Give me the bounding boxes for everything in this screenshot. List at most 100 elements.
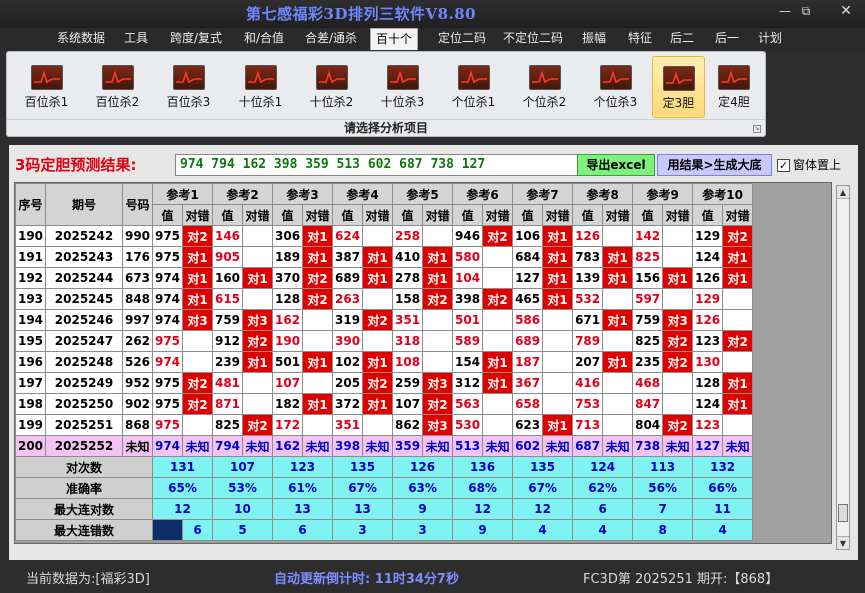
value-cell: 589 [452,330,484,352]
table-row[interactable]: 196 2025248 526 974 239 对1 501 对1 102 对1 108 154 对1 1… [15,351,754,373]
seq-cell: 195 [15,330,46,352]
value-cell: 623 [512,414,544,436]
window-ontop-checkbox[interactable]: ✓ 窗体置上 [777,156,841,173]
value-cell: 102 [332,351,364,373]
value-subheader: 值 [512,204,544,226]
value-cell: 142 [632,225,664,247]
pending-row[interactable]: 200 2025252 未知 974 未知 794 未知 162 未知 398 未知 359 未知 513… [15,435,754,457]
stat-row: 最大连对数 12 10 13 13 9 12 12 6 7 11 [15,498,754,520]
check-cell: 对1 [362,393,394,415]
period-cell: 2025243 [45,246,123,268]
value-subheader: 值 [452,204,484,226]
period-cell: 2025249 [45,372,123,394]
value-cell: 759 [212,309,244,331]
table-row[interactable]: 199 2025251 868 975 825 对2 172 351 862 对3 530 623 对1… [15,414,754,436]
generate-base-button[interactable]: 用结果>生成大底 [657,154,772,176]
menu-item-11[interactable]: 后二 [665,28,699,50]
check-subheader: 对错 [242,204,274,226]
table-row[interactable]: 194 2025246 997 974 对3 759 对3 162 319 对2 351 501 586… [15,309,754,331]
scroll-down-icon[interactable]: ▼ [837,536,849,549]
stat-value: 65% [151,477,214,499]
check-cell: 对2 [422,393,454,415]
ribbon-button-3[interactable]: 百位杀3 [157,56,220,118]
value-cell: 126 [572,225,604,247]
ribbon-button-5[interactable]: 十位杀2 [300,56,363,118]
check-cell: 对1 [542,288,574,310]
ribbon-button-10[interactable]: 定3胆 [652,56,705,118]
menu-item-4[interactable]: 和/合值 [238,28,290,50]
ribbon-button-label: 个位杀2 [522,95,567,109]
ribbon-button-9[interactable]: 个位杀3 [584,56,647,118]
menu-item-3[interactable]: 跨度/复式 [162,28,230,50]
ribbon-button-2[interactable]: 百位杀2 [86,56,149,118]
scroll-up-icon[interactable]: ▲ [837,186,849,199]
menu-item-6[interactable]: 百十个 [370,28,418,50]
value-cell: 172 [272,414,304,436]
value-cell: 129 [692,225,724,247]
value-cell: 586 [512,309,544,331]
value-cell: 129 [692,288,724,310]
menu-item-9[interactable]: 振幅 [576,28,612,50]
scrollbar-thumb[interactable] [838,504,848,522]
menu-item-8[interactable]: 不定位二码 [498,28,568,50]
value-cell: 306 [272,225,304,247]
value-cell: 501 [272,351,304,373]
export-excel-button[interactable]: 导出excel [577,154,655,176]
minimize-icon[interactable]: — [775,4,795,18]
check-cell: 对1 [422,267,454,289]
value-cell: 108 [392,351,424,373]
menu-item-2[interactable]: 工具 [119,28,153,50]
restore-icon[interactable]: ⧉ [796,4,816,18]
value-cell: 975 [152,372,183,394]
stat-value: 62% [572,477,634,499]
ribbon-button-11[interactable]: 定4胆 [707,56,761,118]
value-cell: 162 [272,435,304,457]
menu-item-13[interactable]: 计划 [752,28,788,50]
check-cell [662,288,694,310]
table-row[interactable]: 197 2025249 952 975 对2 481 107 205 对2 259 对3 312 对1 3… [15,372,754,394]
stat-value: 107 [212,456,274,478]
value-cell: 387 [332,246,364,268]
ribbon-button-6[interactable]: 十位杀3 [371,56,434,118]
value-cell: 974 [152,309,183,331]
menu-item-10[interactable]: 特征 [621,28,659,50]
value-cell: 975 [152,225,183,247]
check-cell: 未知 [482,435,514,457]
check-cell [242,225,274,247]
ref-header: 参考3 [272,183,334,205]
value-cell: 207 [572,351,604,373]
menu-item-7[interactable]: 定位二码 [430,28,494,50]
code-cell: 848 [122,288,153,310]
check-cell: 对1 [542,414,574,436]
value-cell: 713 [572,414,604,436]
vertical-scrollbar[interactable]: ▲ ▼ [836,185,850,550]
ribbon-button-7[interactable]: 个位杀1 [442,56,505,118]
check-cell: 对1 [302,246,334,268]
stat-label: 最大连错数 [15,519,153,541]
ribbon-button-1[interactable]: 百位杀1 [15,56,78,118]
chart-icon [315,65,348,90]
check-cell: 对2 [302,267,334,289]
check-cell: 对1 [302,351,334,373]
table-row[interactable]: 195 2025247 262 975 912 对2 190 390 318 589 689 789 8… [15,330,754,352]
table-row[interactable]: 198 2025250 902 975 对2 871 182 对1 372 对1 107 对2 563 6… [15,393,754,415]
ribbon-button-4[interactable]: 十位杀1 [229,56,292,118]
prediction-field[interactable]: 974 794 162 398 359 513 602 687 738 127 [175,154,586,176]
table-row[interactable]: 192 2025244 673 974 对1 160 对1 370 对2 689 对1 278 对1 10… [15,267,754,289]
table-row[interactable]: 190 2025242 990 975 对2 146 306 对1 624 258 946 对2 106… [15,225,754,247]
close-icon[interactable]: ✕ [836,4,856,18]
menu-item-12[interactable]: 后一 [709,28,745,50]
table-row[interactable]: 193 2025245 848 974 对1 615 128 对2 263 158 对2 398 对2 4… [15,288,754,310]
seq-cell: 190 [15,225,46,247]
ribbon-button-8[interactable]: 个位杀2 [513,56,576,118]
value-cell: 974 [152,288,183,310]
table-row[interactable]: 191 2025243 176 975 对1 905 189 对1 387 对1 410 对1 580 6… [15,246,754,268]
menu-item-1[interactable]: 系统数据 [52,28,110,50]
app-title: 第七感福彩3D排列三软件V8.80 [246,5,477,23]
check-subheader: 对错 [302,204,334,226]
code-cell: 990 [122,225,153,247]
menu-item-5[interactable]: 合差/通杀 [298,28,364,50]
check-cell [181,414,214,436]
check-cell [662,393,694,415]
ribbon-expand-icon[interactable]: ↘ [753,125,761,133]
